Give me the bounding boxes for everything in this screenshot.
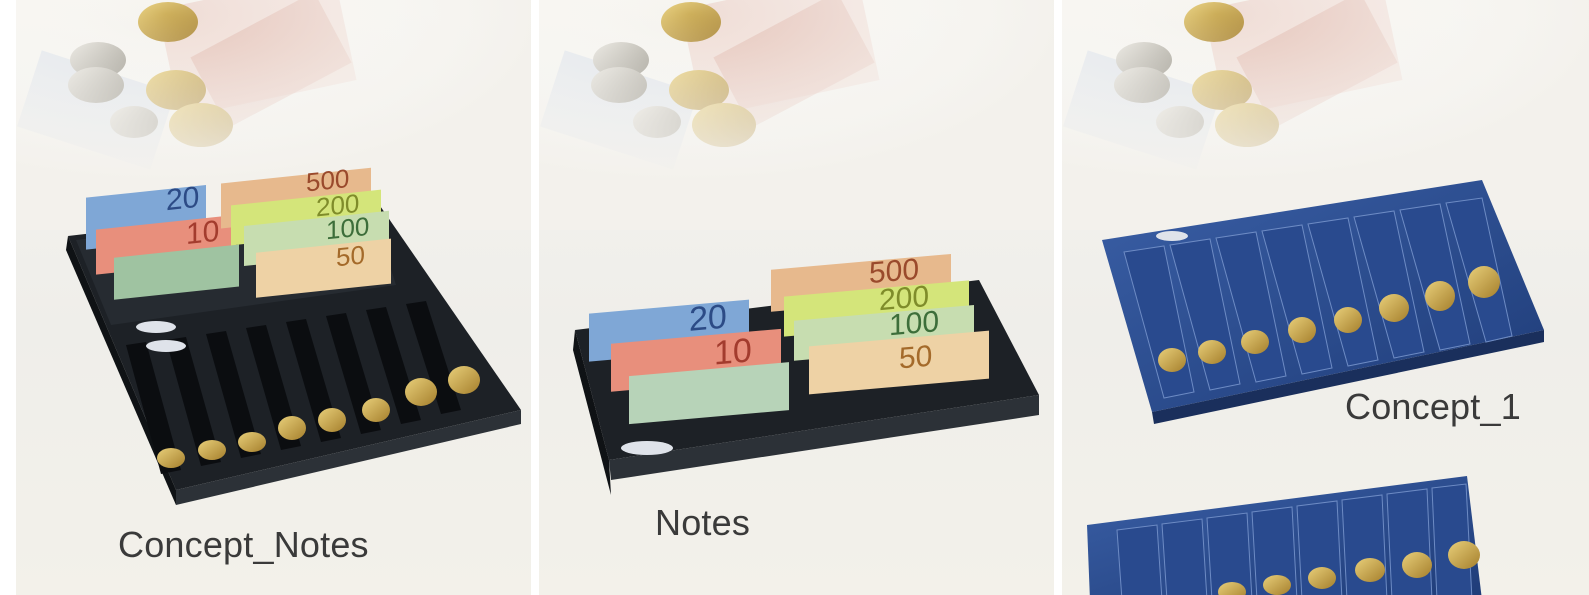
svg-text:10: 10 bbox=[714, 331, 752, 372]
product-caption: Concept_Notes bbox=[118, 524, 369, 565]
svg-text:50: 50 bbox=[899, 340, 932, 376]
money-background bbox=[539, 0, 1054, 230]
svg-text:20: 20 bbox=[689, 298, 727, 339]
money-background bbox=[1062, 0, 1589, 230]
product-caption: Concept_1 bbox=[1345, 386, 1521, 427]
product-card-concept-1: Concept_1 bbox=[1062, 0, 1589, 595]
product-card-concept-notes: 20 10 500 200 100 50 Concept_Notes bbox=[16, 0, 531, 595]
product-caption: Notes bbox=[655, 502, 751, 543]
product-photo-concept-notes: 20 10 500 200 100 50 bbox=[16, 0, 531, 505]
svg-text:50: 50 bbox=[336, 239, 365, 272]
blue-coin-tray-second bbox=[1087, 476, 1482, 595]
svg-text:10: 10 bbox=[186, 215, 219, 251]
svg-text:20: 20 bbox=[166, 181, 199, 217]
product-photo-notes: 20 10 500 200 100 50 bbox=[539, 0, 1054, 495]
product-photo-concept-1 bbox=[1062, 0, 1589, 595]
product-card-notes: 20 10 500 200 100 50 Notes bbox=[539, 0, 1054, 595]
svg-text:100: 100 bbox=[889, 305, 939, 342]
